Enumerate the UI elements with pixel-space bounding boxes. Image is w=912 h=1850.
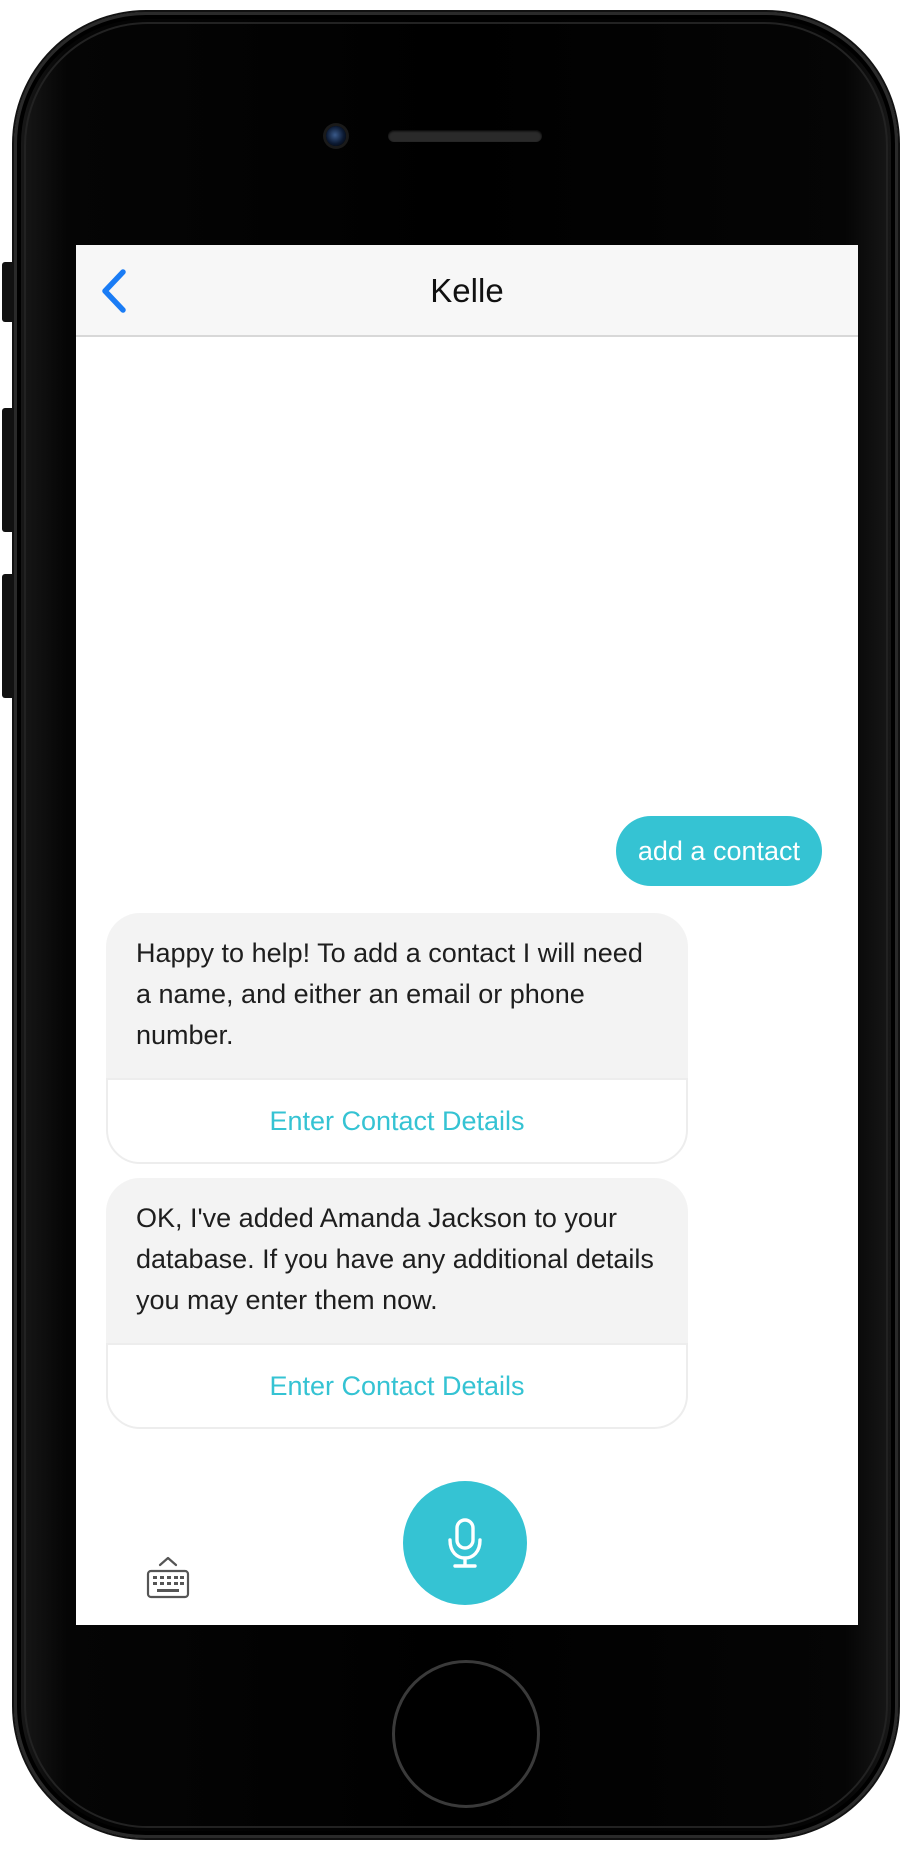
home-button[interactable] [392, 1660, 540, 1808]
page-title: Kelle [430, 272, 504, 309]
volume-down-button [2, 574, 14, 698]
volume-up-button [2, 408, 14, 532]
microphone-button[interactable] [403, 1481, 527, 1605]
navigation-bar: Kelle [76, 245, 858, 337]
keyboard-icon [146, 1556, 190, 1599]
mute-switch [2, 262, 14, 322]
chevron-left-icon [102, 269, 126, 313]
microphone-icon [448, 1518, 482, 1568]
user-message-bubble: add a contact [615, 816, 822, 886]
keyboard-toggle-button[interactable] [144, 1555, 192, 1601]
bot-message-text: OK, I've added Amanda Jackson to your da… [106, 1178, 688, 1343]
front-camera [326, 126, 346, 146]
back-button[interactable] [90, 263, 138, 319]
earpiece-speaker [388, 130, 542, 142]
enter-contact-details-button[interactable]: Enter Contact Details [106, 1078, 688, 1164]
bot-message-card: OK, I've added Amanda Jackson to your da… [106, 1178, 688, 1429]
chat-screen: Kelle add a contact Happy to help! To ad… [76, 245, 858, 1625]
bot-message-card: Happy to help! To add a contact I will n… [106, 913, 688, 1164]
bot-message-text: Happy to help! To add a contact I will n… [106, 913, 688, 1078]
enter-contact-details-button[interactable]: Enter Contact Details [106, 1343, 688, 1429]
